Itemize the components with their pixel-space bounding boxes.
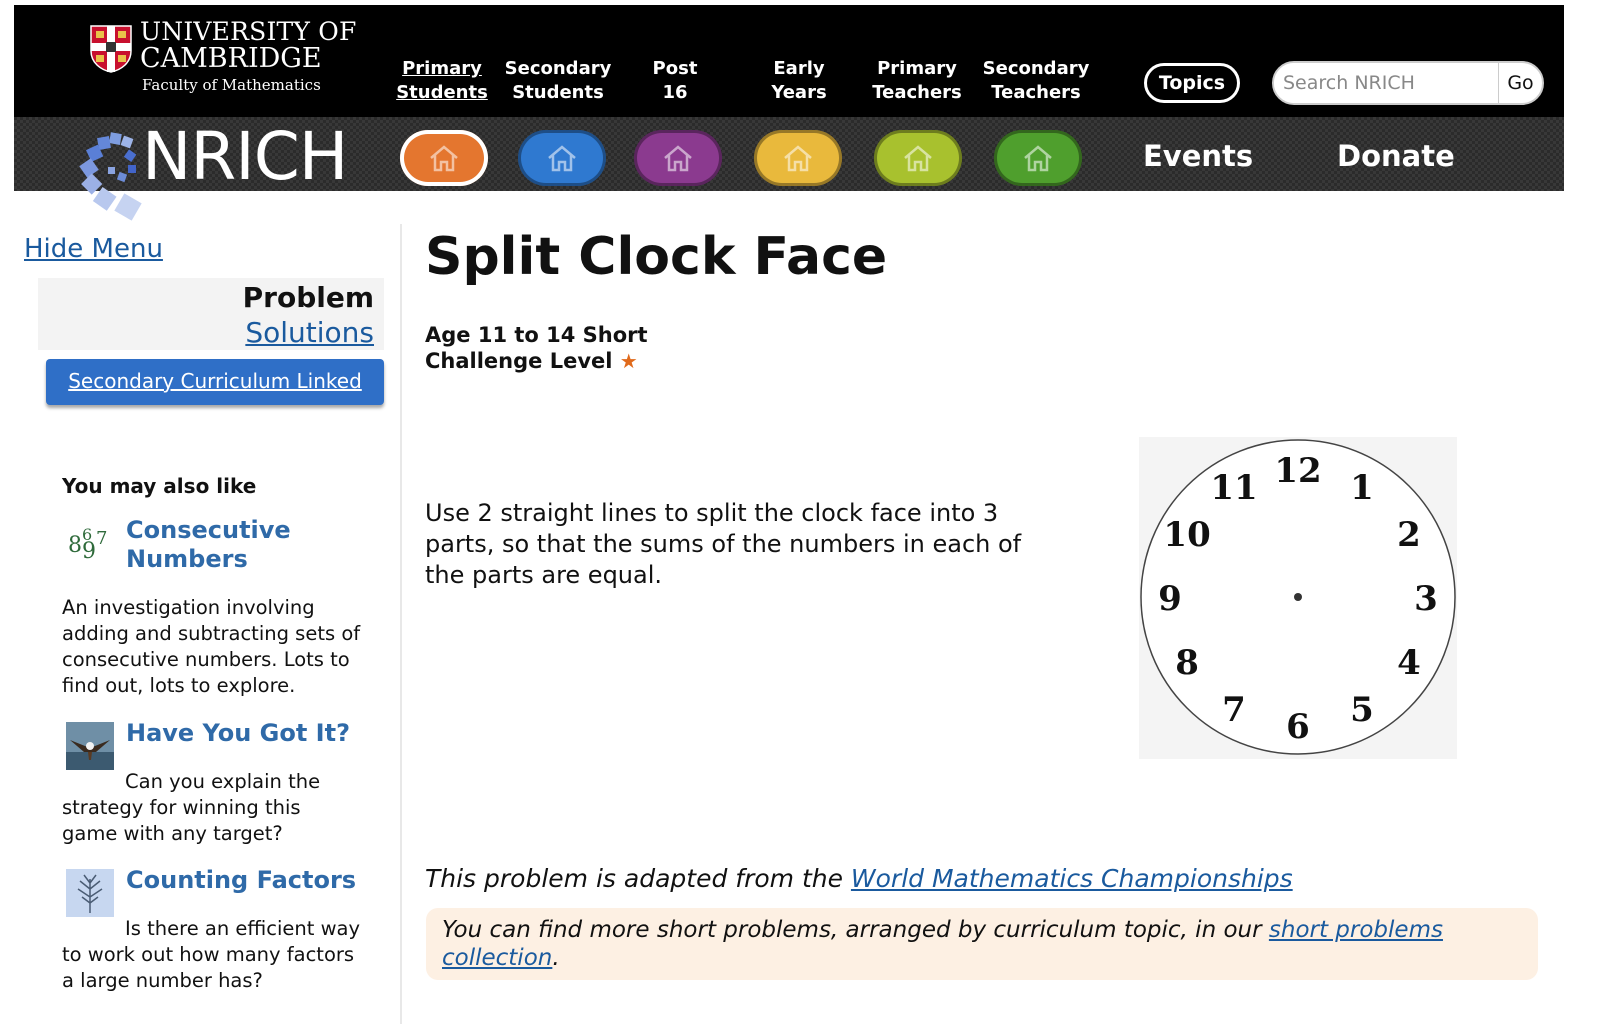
nav-primary-students[interactable]: Primary Students xyxy=(392,57,492,105)
home-button-primary-students[interactable] xyxy=(400,130,488,186)
world-mathematics-championships-link[interactable]: World Mathematics Championships xyxy=(851,864,1293,893)
also-like-link-have-you-got-it[interactable]: Have You Got It? xyxy=(126,719,386,748)
clock-number-12: 12 xyxy=(1274,451,1321,491)
clock-number-8: 8 xyxy=(1175,643,1199,683)
clock-face-svg: 12 12 3 45678 9 1011 xyxy=(1140,439,1456,755)
home-button-primary-teachers[interactable] xyxy=(874,130,962,186)
also-like-heading: You may also like xyxy=(62,474,257,498)
nav-early-years[interactable]: Early Years xyxy=(752,57,846,105)
home-button-secondary-students[interactable] xyxy=(518,130,606,186)
hide-menu-link[interactable]: Hide Menu xyxy=(24,234,163,264)
nav-primary-teachers[interactable]: Primary Teachers xyxy=(864,57,970,105)
problem-statement: Use 2 straight lines to split the clock … xyxy=(425,499,1022,589)
home-button-secondary-teachers[interactable] xyxy=(994,130,1082,186)
home-button-post-16[interactable] xyxy=(634,130,722,186)
clock-number-7: 7 xyxy=(1222,690,1246,730)
clock-number-5: 5 xyxy=(1350,690,1374,730)
topics-button[interactable]: Topics xyxy=(1144,63,1240,103)
also-like-desc-counting-factors: Is there an efficient way to work out ho… xyxy=(62,917,361,992)
nav-secondary-teachers[interactable]: Secondary Teachers xyxy=(976,57,1096,105)
home-icon xyxy=(548,145,576,172)
clock-center-dot xyxy=(1294,593,1302,601)
svg-text:7: 7 xyxy=(96,528,107,549)
star-icon: ★ xyxy=(619,349,638,373)
clock-number-10: 10 xyxy=(1163,515,1210,555)
nrich-brand[interactable]: NRICH xyxy=(142,119,348,195)
search-go-button[interactable]: Go xyxy=(1498,63,1542,103)
age-line: Age 11 to 14 Short xyxy=(425,323,648,347)
also-like-desc-consecutive-numbers: An investigation involving adding and su… xyxy=(62,596,361,697)
home-button-early-years[interactable] xyxy=(754,130,842,186)
secondary-curriculum-linked-button[interactable]: Secondary Curriculum Linked xyxy=(46,359,384,405)
university-name-line1: UNIVERSITY OF xyxy=(140,17,357,46)
tree-thumbnail-icon[interactable] xyxy=(66,869,114,917)
search-box: Go xyxy=(1272,61,1544,105)
sidebar-divider xyxy=(400,224,402,1024)
svg-text:9: 9 xyxy=(82,539,96,564)
home-icon xyxy=(1024,145,1052,172)
nav-secondary-students[interactable]: Secondary Students xyxy=(500,57,616,105)
clock-number-1: 1 xyxy=(1350,468,1374,508)
nav-post-16[interactable]: Post 16 xyxy=(634,57,716,105)
home-icon xyxy=(430,145,458,172)
clock-number-11: 11 xyxy=(1210,468,1257,508)
challenge-level-label: Challenge Level xyxy=(425,349,613,373)
search-input[interactable] xyxy=(1274,63,1500,103)
home-icon xyxy=(784,145,812,172)
events-link[interactable]: Events xyxy=(1143,139,1253,173)
donate-link[interactable]: Donate xyxy=(1337,139,1455,173)
consecutive-numbers-thumbnail-icon[interactable]: 8 6 9 7 xyxy=(66,518,114,566)
also-like-link-counting-factors[interactable]: Counting Factors xyxy=(126,866,386,895)
clock-number-4: 4 xyxy=(1397,643,1421,683)
clock-face-image: 12 1 2 3 4 5 6 7 8 9 10 11 xyxy=(1139,437,1457,759)
clock-number-9: 9 xyxy=(1158,579,1182,619)
university-name-line2: CAMBRIDGE xyxy=(140,43,322,74)
challenge-level: Challenge Level ★ xyxy=(425,349,638,373)
svg-text:8: 8 xyxy=(68,533,82,558)
short-problems-notice: You can find more short problems, arrang… xyxy=(426,908,1538,980)
faculty-name: Faculty of Mathematics xyxy=(142,76,321,94)
home-icon xyxy=(664,145,692,172)
tab-solutions[interactable]: Solutions xyxy=(38,316,374,349)
home-icon xyxy=(904,145,932,172)
also-like-link-consecutive-numbers[interactable]: Consecutive Numbers xyxy=(126,516,326,574)
bird-photo-thumbnail-icon[interactable] xyxy=(66,722,114,770)
credit-line: This problem is adapted from the World M… xyxy=(425,864,1293,893)
clock-number-6: 6 xyxy=(1286,707,1310,747)
also-like-desc-have-you-got-it: Can you explain the strategy for winning… xyxy=(62,770,321,845)
tab-problem[interactable]: Problem xyxy=(38,281,374,314)
page-title: Split Clock Face xyxy=(425,227,888,287)
cambridge-crest-icon[interactable] xyxy=(90,25,132,73)
clock-number-3: 3 xyxy=(1414,579,1438,619)
clock-number-2: 2 xyxy=(1397,515,1421,555)
site-header: UNIVERSITY OF CAMBRIDGE Faculty of Mathe… xyxy=(14,5,1564,221)
